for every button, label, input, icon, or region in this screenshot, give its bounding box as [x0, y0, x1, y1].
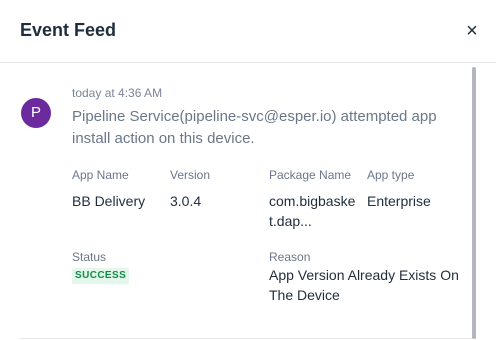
- app-name-value: BB Delivery: [72, 193, 146, 209]
- close-icon[interactable]: ×: [463, 21, 481, 41]
- app-type-label: App type: [367, 168, 415, 182]
- package-name-value-line2: t.dap...: [269, 213, 312, 229]
- status-badge: SUCCESS: [72, 268, 130, 284]
- event-message: Pipeline Service(pipeline-svc@esper.io) …: [72, 108, 437, 147]
- event-timestamp: today at 4:36 AM: [72, 86, 163, 100]
- app-name-label: App Name: [72, 168, 129, 182]
- status-label: Status: [72, 250, 107, 264]
- version-value: 3.0.4: [170, 193, 202, 209]
- app-type-value: Enterprise: [367, 193, 431, 209]
- event-divider: [20, 338, 472, 339]
- reason-label: Reason: [269, 250, 311, 264]
- panel-header: Event Feed ×: [0, 0, 496, 63]
- event-feed-list[interactable]: P today at 4:36 AM Pipeline Service(pipe…: [0, 63, 496, 340]
- package-name-label: Package Name: [269, 168, 352, 182]
- scrollbar[interactable]: [472, 67, 476, 339]
- version-label: Version: [170, 168, 211, 182]
- avatar: P: [21, 98, 51, 128]
- panel-title: Event Feed: [20, 20, 117, 40]
- reason-value: App Version Already Exists On The Device: [269, 267, 459, 303]
- package-name-value-line1: com.bigbaske: [269, 193, 356, 209]
